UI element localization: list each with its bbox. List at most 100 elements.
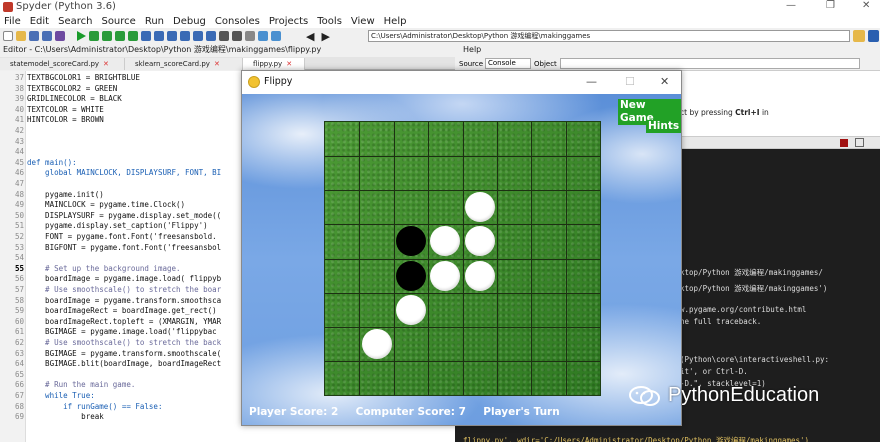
line-number: 49 bbox=[14, 200, 24, 210]
menu-tools[interactable]: Tools bbox=[313, 16, 347, 27]
step-into-icon[interactable] bbox=[167, 31, 177, 41]
grid-line bbox=[325, 326, 600, 328]
code-line: BGIMAGE = pygame.transform.smoothscale( bbox=[27, 348, 222, 358]
console-line: ktop/Python 游戏编程/makinggames') bbox=[680, 284, 828, 293]
menu-debug[interactable]: Debug bbox=[169, 16, 211, 27]
preferences-icon[interactable] bbox=[55, 31, 65, 41]
code-line: while True: bbox=[27, 391, 95, 400]
python-path-icon[interactable] bbox=[258, 31, 268, 41]
menu-run[interactable]: Run bbox=[141, 16, 169, 27]
menu-edit[interactable]: Edit bbox=[26, 16, 54, 27]
console-line: ktop/Python 游戏编程/makinggames/ bbox=[680, 268, 823, 277]
step-icon[interactable] bbox=[154, 31, 164, 41]
maximize-button[interactable]: ❐ bbox=[826, 0, 835, 11]
forward-arrow-icon[interactable]: ▶ bbox=[321, 30, 329, 43]
menu-source[interactable]: Source bbox=[97, 16, 140, 27]
black-disc bbox=[395, 226, 426, 257]
wechat-logo-icon bbox=[629, 385, 660, 406]
tab-label: statemodel_scoreCard.py bbox=[10, 60, 100, 68]
close-tab-icon[interactable]: ✕ bbox=[214, 60, 220, 68]
object-input[interactable] bbox=[560, 58, 860, 69]
white-disc bbox=[395, 294, 426, 325]
fullscreen-icon[interactable] bbox=[232, 31, 242, 41]
run-icon[interactable] bbox=[77, 31, 86, 41]
new-file-icon[interactable] bbox=[3, 31, 13, 41]
rerun-icon[interactable] bbox=[128, 31, 138, 41]
line-number: 38 bbox=[14, 83, 24, 93]
code-line: break bbox=[27, 412, 104, 422]
help-text-b: in bbox=[759, 108, 769, 117]
grid-line bbox=[325, 292, 600, 294]
code-line: pygame.init() bbox=[27, 189, 104, 199]
console-line: it', or Ctrl-D. bbox=[680, 367, 748, 376]
parent-directory-icon[interactable] bbox=[868, 30, 879, 42]
continue-icon[interactable] bbox=[193, 31, 203, 41]
code-line: boardImageRect = boardImage.get_rect() bbox=[27, 306, 217, 316]
code-line: BGIMAGE.blit(boardImage, boardImageRect bbox=[27, 359, 222, 369]
line-number: 61 bbox=[14, 327, 24, 337]
line-number: 54 bbox=[14, 253, 24, 263]
white-disc bbox=[464, 192, 495, 223]
white-disc bbox=[464, 226, 495, 257]
save-all-icon[interactable] bbox=[42, 31, 52, 41]
tab-statemodel-scorecard[interactable]: statemodel_scoreCard.py ✕ bbox=[0, 58, 125, 70]
line-number: 50 bbox=[14, 210, 24, 220]
back-arrow-icon[interactable]: ◀ bbox=[306, 30, 314, 43]
menu-view[interactable]: View bbox=[347, 16, 380, 27]
maximize-pane-icon[interactable] bbox=[219, 31, 229, 41]
run-selection-icon[interactable] bbox=[115, 31, 125, 41]
code-line: DISPLAYSURF = pygame.display.set_mode(( bbox=[27, 210, 222, 220]
console-line: (Python\core\interactiveshell.py: bbox=[680, 355, 830, 364]
white-disc bbox=[464, 260, 495, 291]
line-number: 40 bbox=[14, 104, 24, 114]
console-line: w.pygame.org/contribute.html bbox=[680, 305, 807, 314]
run-cell-advance-icon[interactable] bbox=[102, 31, 112, 41]
close-button[interactable]: ✕ bbox=[862, 0, 870, 11]
code-line: boardImage = pygame.transform.smoothsca bbox=[27, 295, 222, 305]
white-disc bbox=[361, 328, 392, 359]
grid-line bbox=[496, 122, 498, 395]
line-number: 51 bbox=[14, 221, 24, 231]
working-directory-field[interactable]: C:\Users\Administrator\Desktop\Python 游戏… bbox=[368, 30, 850, 42]
code-line: TEXTCOLOR = WHITE bbox=[27, 104, 104, 114]
menu-projects[interactable]: Projects bbox=[265, 16, 313, 27]
code-line: GRIDLINECOLOR = BLACK bbox=[27, 94, 122, 104]
help-pane-title: Help bbox=[463, 45, 482, 54]
menu-help[interactable]: Help bbox=[380, 16, 412, 27]
source-select[interactable]: Console bbox=[485, 58, 531, 69]
line-number: 63 bbox=[14, 348, 24, 358]
debug-icon[interactable] bbox=[141, 31, 151, 41]
run-cell-icon[interactable] bbox=[89, 31, 99, 41]
pythonpath-manager-icon[interactable] bbox=[271, 31, 281, 41]
line-number: 45 bbox=[14, 157, 24, 167]
code-line: MAINCLOCK = pygame.time.Clock() bbox=[27, 200, 186, 210]
tab-flippy[interactable]: flippy.py ✕ bbox=[243, 58, 305, 70]
menu-consoles[interactable]: Consoles bbox=[211, 16, 265, 27]
game-minimize-button[interactable]: — bbox=[586, 75, 597, 88]
window-titlebar: Spyder (Python 3.6) — ❐ ✕ bbox=[0, 0, 880, 14]
minimize-button[interactable]: — bbox=[786, 0, 796, 11]
game-canvas[interactable]: New Game Hints Player Score: 2 Computer … bbox=[242, 94, 681, 425]
line-number: 47 bbox=[14, 179, 24, 188]
line-number: 64 bbox=[14, 359, 24, 369]
menu-search[interactable]: Search bbox=[54, 16, 97, 27]
line-number: 57 bbox=[14, 285, 24, 294]
options-icon[interactable] bbox=[855, 138, 864, 147]
code-line: # Use smoothscale() to stretch the boar bbox=[27, 285, 222, 294]
close-tab-icon[interactable]: ✕ bbox=[103, 60, 109, 68]
watermark-text: PythonEducation bbox=[668, 384, 820, 406]
close-tab-icon[interactable]: ✕ bbox=[286, 60, 292, 68]
game-maximize-button[interactable]: ☐ bbox=[625, 75, 635, 88]
tab-sklearn-scorecard[interactable]: sklearn_scoreCard.py ✕ bbox=[125, 58, 243, 70]
open-folder-icon[interactable] bbox=[16, 31, 26, 41]
stop-console-icon[interactable] bbox=[840, 139, 848, 147]
game-close-button[interactable]: ✕ bbox=[660, 75, 669, 88]
stop-debug-icon[interactable] bbox=[206, 31, 216, 41]
step-return-icon[interactable] bbox=[180, 31, 190, 41]
menu-file[interactable]: File bbox=[0, 16, 26, 27]
save-icon[interactable] bbox=[29, 31, 39, 41]
tools-icon[interactable] bbox=[245, 31, 255, 41]
hints-button[interactable]: Hints bbox=[646, 120, 681, 133]
browse-folder-icon[interactable] bbox=[853, 30, 865, 42]
othello-board[interactable] bbox=[324, 121, 601, 396]
